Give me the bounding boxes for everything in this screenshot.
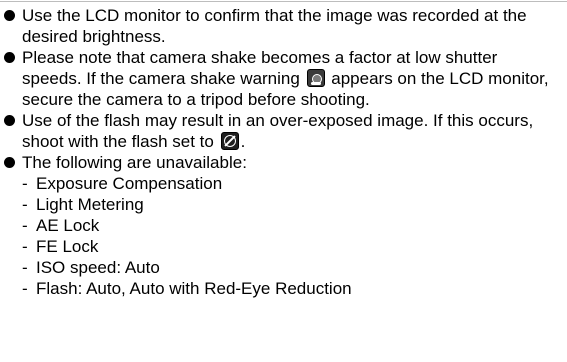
note-item-camera-shake: Please note that camera shake becomes a … <box>0 47 567 110</box>
bullet-icon <box>4 10 15 21</box>
bullet-icon <box>4 115 15 126</box>
list-item: - AE Lock <box>22 215 561 236</box>
note-text: The following are unavailable: <box>22 153 247 172</box>
note-text-after-icon: . <box>240 132 246 151</box>
manual-page: Use the LCD monitor to confirm that the … <box>0 0 567 362</box>
list-item: - Flash: Auto, Auto with Red-Eye Reductio… <box>22 278 561 299</box>
note-item-brightness: Use the LCD monitor to confirm that the … <box>0 5 567 47</box>
camera-shake-warning-icon <box>306 69 325 87</box>
list-item-text: AE Lock <box>36 216 100 235</box>
bullet-icon <box>4 157 15 168</box>
dash-marker: - <box>22 195 28 214</box>
list-item-text: Light Metering <box>36 195 144 214</box>
note-text: Use the LCD monitor to confirm that the … <box>22 6 527 46</box>
dash-marker: - <box>22 237 28 256</box>
list-item: - Light Metering <box>22 194 561 215</box>
flash-off-icon <box>220 132 239 150</box>
dash-marker: - <box>22 279 28 298</box>
list-item: - Exposure Compensation <box>22 173 561 194</box>
unavailable-features-list: - Exposure Compensation - Light Metering -… <box>22 173 561 299</box>
note-item-unavailable: The following are unavailable: - Exposure… <box>0 152 567 299</box>
note-item-flash: Use of the flash may result in an over-e… <box>0 110 567 152</box>
list-item-text: FE Lock <box>36 237 99 256</box>
shake-icon-hand <box>310 82 321 85</box>
notes-list: Use the LCD monitor to confirm that the … <box>0 5 567 299</box>
list-item: - ISO speed: Auto <box>22 257 561 278</box>
list-item-text: Exposure Compensation <box>36 174 223 193</box>
top-divider <box>0 1 567 2</box>
note-text-before-icon: Use of the flash may result in an over-e… <box>22 111 534 151</box>
list-item-text: Flash: Auto, Auto with Red-Eye Reduction <box>36 279 352 298</box>
dash-marker: - <box>22 216 28 235</box>
dash-marker: - <box>22 174 28 193</box>
bullet-icon <box>4 52 15 63</box>
list-item: - FE Lock <box>22 236 561 257</box>
dash-marker: - <box>22 258 28 277</box>
list-item-text: ISO speed: Auto <box>36 258 160 277</box>
